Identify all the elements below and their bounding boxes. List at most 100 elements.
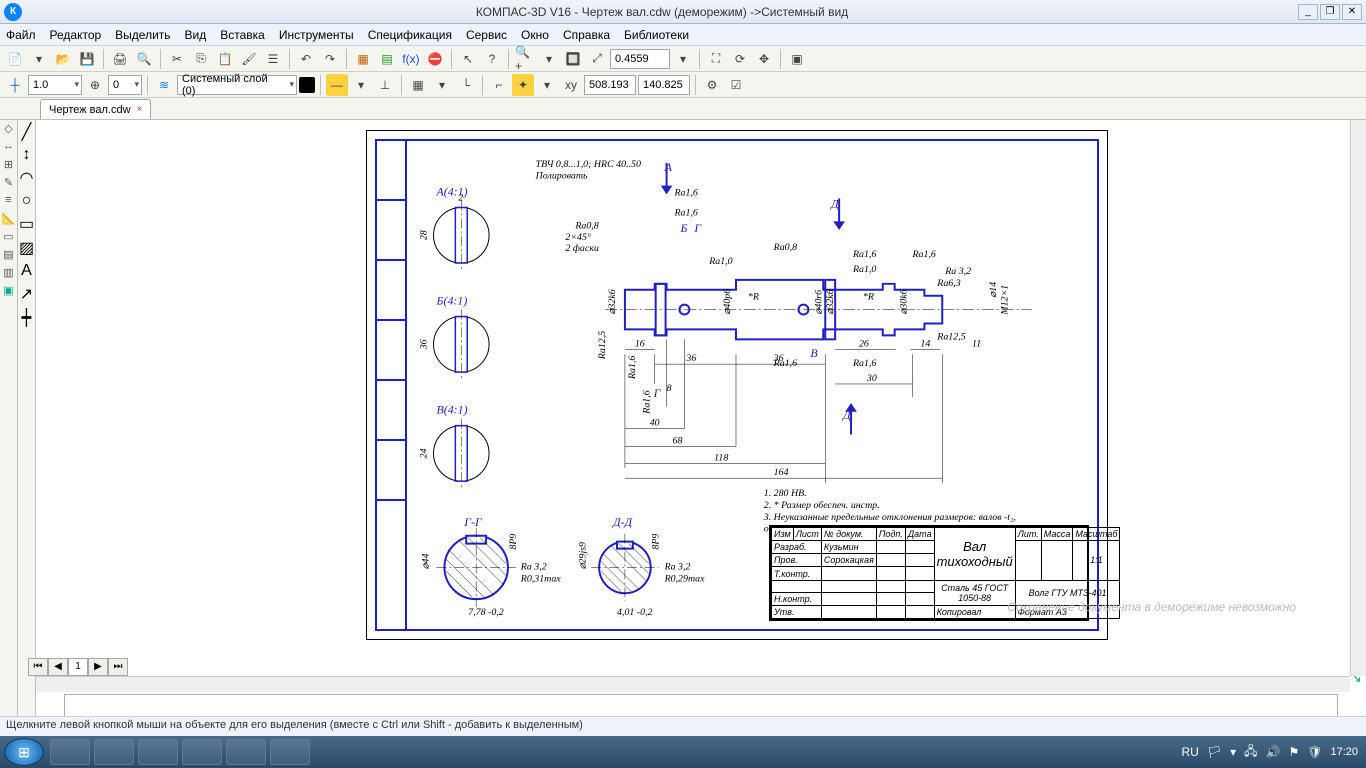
properties-icon[interactable]: ☰	[262, 48, 284, 70]
tray-action-icon[interactable]: ⚑	[1288, 745, 1299, 759]
zoom-window-icon[interactable]: 🔲	[562, 48, 584, 70]
hatch-icon[interactable]: ▨	[19, 238, 34, 258]
step-dropdown[interactable]: 0	[108, 75, 142, 95]
coord-x-field[interactable]	[584, 75, 636, 95]
new-dropdown-icon[interactable]: ▾	[28, 48, 50, 70]
pan-icon[interactable]: ✥	[753, 48, 775, 70]
menu-service[interactable]: Сервис	[466, 28, 507, 42]
zoom-field[interactable]	[610, 49, 670, 69]
task-item-5[interactable]	[226, 739, 266, 765]
close-tab-icon[interactable]: ×	[137, 104, 143, 115]
menu-libs[interactable]: Библиотеки	[624, 28, 689, 42]
undo-button[interactable]: ↶	[295, 48, 317, 70]
menu-file[interactable]: Файл	[6, 28, 36, 42]
layer-color-icon[interactable]	[299, 77, 315, 93]
geom-icon[interactable]: ◇	[2, 122, 16, 136]
start-button[interactable]: ⊞	[4, 738, 44, 766]
menu-help[interactable]: Справка	[563, 28, 610, 42]
tray-flag-icon[interactable]: 🏳	[1207, 745, 1222, 759]
param-panel-icon[interactable]: ≡	[2, 194, 16, 208]
task-item-1[interactable]	[50, 739, 90, 765]
linestyle-drop-icon[interactable]: ▾	[350, 74, 372, 96]
menu-insert[interactable]: Вставка	[220, 28, 265, 42]
tray-vol-icon[interactable]: 🔊	[1266, 745, 1281, 759]
grid-icon[interactable]: ▦	[407, 74, 429, 96]
brush-icon[interactable]: 🖌	[238, 48, 260, 70]
leader-icon[interactable]: ↗	[20, 284, 33, 304]
menu-tools[interactable]: Инструменты	[279, 28, 354, 42]
tray-shield-icon[interactable]: 🛡	[1307, 745, 1322, 759]
vertical-scrollbar[interactable]	[1350, 120, 1366, 676]
scale-dropdown[interactable]: 1.0	[28, 75, 82, 95]
axis-icon[interactable]: ┿	[22, 308, 32, 328]
horizontal-scrollbar[interactable]	[36, 676, 1350, 692]
zoom-dropdown-icon[interactable]: ▾	[538, 48, 560, 70]
close-button[interactable]: ✕	[1342, 4, 1362, 20]
tray-safe-icon[interactable]: ▾	[1230, 745, 1236, 759]
task-item-4[interactable]	[182, 739, 222, 765]
snap2-icon[interactable]: ✦	[512, 74, 534, 96]
page-first[interactable]: ⏮	[28, 658, 48, 676]
manager-icon[interactable]: ▦	[352, 48, 374, 70]
drawing-canvas[interactable]: 16 36 36 40 68 118 164 26 30 14 11 8 ⌀32…	[36, 120, 1366, 690]
fx-icon[interactable]: f(x)	[400, 48, 422, 70]
page-last[interactable]: ⏭	[108, 658, 128, 676]
menu-edit[interactable]: Редактор	[50, 28, 102, 42]
task-item-6[interactable]	[270, 739, 310, 765]
save-button[interactable]: 💾	[76, 48, 98, 70]
zoom-apply-icon[interactable]: ▾	[672, 48, 694, 70]
origin-icon[interactable]: ┼	[4, 74, 26, 96]
cursor-icon[interactable]: ↖	[457, 48, 479, 70]
menu-select[interactable]: Выделить	[115, 28, 170, 42]
snap2-drop-icon[interactable]: ▾	[536, 74, 558, 96]
xy-icon[interactable]: xy	[560, 74, 582, 96]
copy-button[interactable]: ⎘	[190, 48, 212, 70]
page-next[interactable]: ▶	[88, 658, 108, 676]
layer-icon[interactable]: ≋	[153, 74, 175, 96]
zoom-dyn-icon[interactable]: ⤢	[586, 48, 608, 70]
coord-y-field[interactable]	[638, 75, 690, 95]
zoom-in-icon[interactable]: 🔍+	[514, 48, 536, 70]
dim-icon[interactable]: ↔	[2, 140, 16, 154]
open-button[interactable]: 📂	[52, 48, 74, 70]
insert-icon[interactable]: ▣	[2, 284, 16, 298]
preview-button[interactable]: 🔍	[133, 48, 155, 70]
new-button[interactable]: 📄	[4, 48, 26, 70]
rect-icon[interactable]: ▭	[19, 214, 34, 234]
select-icon[interactable]: ▭	[2, 230, 16, 244]
refresh-icon[interactable]: ⟳	[729, 48, 751, 70]
menu-window[interactable]: Окно	[521, 28, 549, 42]
design-icon[interactable]: ⊞	[2, 158, 16, 172]
maximize-button[interactable]: ❐	[1320, 4, 1340, 20]
spec-panel-icon[interactable]: ▤	[2, 248, 16, 262]
render-icon[interactable]: ▣	[786, 48, 808, 70]
cut-button[interactable]: ✂	[166, 48, 188, 70]
task-item-3[interactable]	[138, 739, 178, 765]
dim2-icon[interactable]: ↕	[23, 146, 31, 164]
menu-view[interactable]: Вид	[185, 28, 207, 42]
menu-spec[interactable]: Спецификация	[368, 28, 452, 42]
report-icon[interactable]: ▥	[2, 266, 16, 280]
document-tab[interactable]: Чертеж вал.cdw ×	[40, 99, 151, 119]
param2-icon[interactable]: ☑	[725, 74, 747, 96]
minimize-button[interactable]: _	[1298, 4, 1318, 20]
edit-icon[interactable]: ✎	[2, 176, 16, 190]
ucs-icon[interactable]: ⊕	[84, 74, 106, 96]
layer-dropdown[interactable]: Системный слой (0)	[177, 75, 297, 95]
arc-icon[interactable]: ◠	[20, 168, 34, 188]
param-icon[interactable]: ⚙	[701, 74, 723, 96]
print-button[interactable]: 🖨	[109, 48, 131, 70]
tray-time[interactable]: 17:20	[1330, 746, 1358, 758]
paste-button[interactable]: 📋	[214, 48, 236, 70]
help-icon[interactable]: ?	[481, 48, 503, 70]
round-icon[interactable]: ⌐	[488, 74, 510, 96]
line-icon[interactable]: ╱	[22, 122, 32, 142]
ortho-icon[interactable]: ⊥	[374, 74, 396, 96]
task-item-2[interactable]	[94, 739, 134, 765]
fit-icon[interactable]: ⛶	[705, 48, 727, 70]
page-current[interactable]: 1	[68, 658, 88, 676]
linestyle1-icon[interactable]: —	[326, 74, 348, 96]
tray-lang[interactable]: RU	[1182, 745, 1199, 759]
snap-icon[interactable]: └	[455, 74, 477, 96]
grid-drop-icon[interactable]: ▾	[431, 74, 453, 96]
